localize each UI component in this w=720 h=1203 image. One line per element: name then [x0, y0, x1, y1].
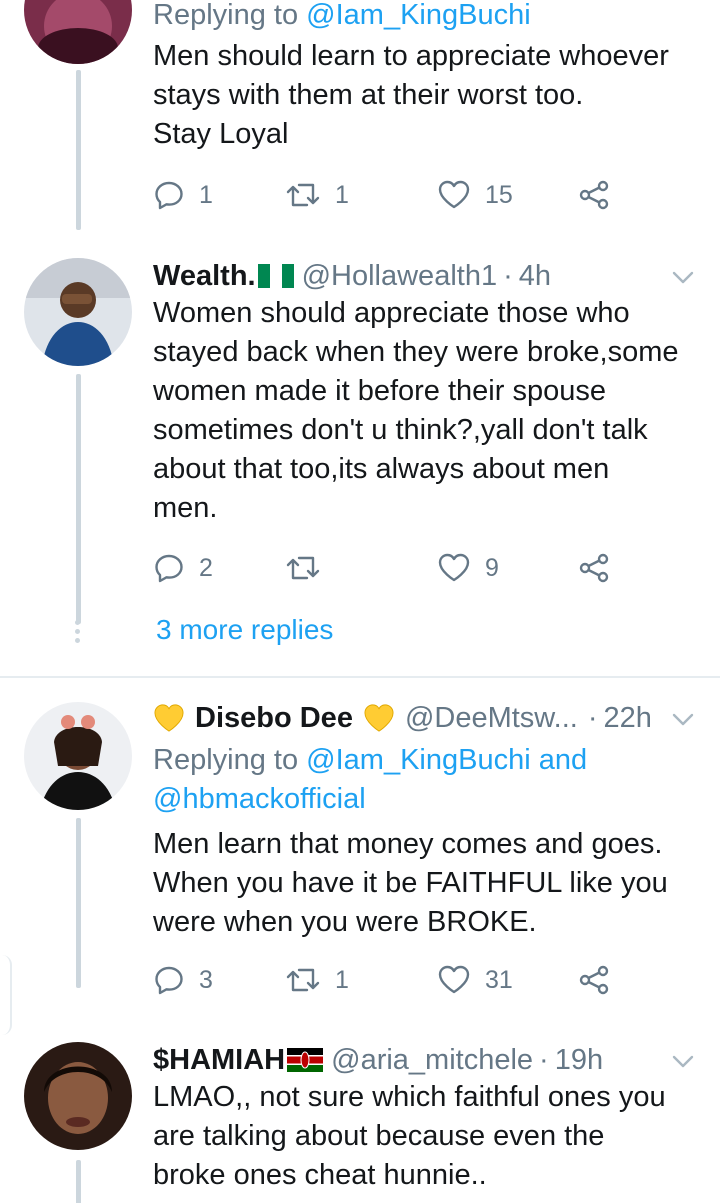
avatar[interactable] [24, 0, 132, 64]
replying-to: Replying to @Iam_KingBuchi and [153, 744, 588, 776]
heart-icon [438, 180, 470, 209]
share-button[interactable] [578, 179, 610, 211]
mention-link[interactable]: @hbmackofficial [153, 783, 366, 815]
chevron-down-icon[interactable] [670, 1048, 696, 1074]
tweet-header: Disebo Dee @DeeMtsw... · 22h [153, 700, 696, 736]
thread-line [76, 374, 81, 624]
timestamp[interactable]: 22h [604, 700, 652, 736]
kenya-flag-icon [287, 1048, 324, 1072]
thread-line [76, 70, 81, 230]
divider [0, 676, 720, 678]
like-count: 9 [485, 553, 499, 582]
retweet-icon [286, 968, 320, 992]
tweet-header: $HAMIAH @aria_mitchele · 19h [153, 1042, 696, 1078]
retweet-count: 1 [335, 965, 349, 994]
retweet-count: 1 [335, 180, 349, 209]
share-icon [579, 180, 609, 210]
reply-icon [155, 966, 183, 995]
retweet-button[interactable]: 1 [285, 179, 349, 211]
tweet-text: Men learn that money comes and goes. Whe… [153, 828, 668, 938]
replying-to-line-2: @hbmackofficial [153, 780, 696, 819]
yellow-heart-icon [364, 704, 394, 732]
display-name[interactable]: $HAMIAH [153, 1042, 285, 1078]
thread-line [76, 1160, 81, 1203]
like-count: 31 [485, 965, 513, 994]
tweet-text: LMAO,, not sure which faithful ones you … [153, 1081, 666, 1191]
like-button[interactable]: 9 [437, 552, 499, 584]
share-icon [579, 965, 609, 995]
reply-icon [155, 181, 183, 210]
reply-count: 3 [199, 965, 213, 994]
reply-icon [155, 554, 183, 583]
nigeria-flag-icon [257, 264, 294, 288]
tweet-text: Men should learn to appreciate whoever s… [153, 40, 669, 150]
display-name[interactable]: Wealth. [153, 258, 256, 294]
like-button[interactable]: 15 [437, 179, 513, 211]
retweet-button[interactable] [285, 552, 321, 584]
reply-button[interactable]: 3 [153, 964, 213, 996]
reply-count: 1 [199, 180, 213, 209]
reply-button[interactable]: 1 [153, 179, 213, 211]
reply-count: 2 [199, 553, 213, 582]
chevron-down-icon[interactable] [670, 264, 696, 290]
separator-dot: · [503, 260, 513, 292]
heart-icon [438, 553, 470, 582]
yellow-heart-icon [154, 704, 184, 732]
avatar[interactable] [24, 258, 132, 366]
separator-dot: · [539, 1044, 549, 1076]
replying-to: Replying to @Iam_KingBuchi [153, 0, 531, 31]
retweet-icon [286, 556, 320, 580]
mention-link[interactable]: @Iam_KingBuchi [306, 0, 531, 31]
tweet-text: Women should appreciate those who stayed… [153, 297, 679, 524]
reply-button[interactable]: 2 [153, 552, 213, 584]
chevron-down-icon[interactable] [670, 706, 696, 732]
like-button[interactable]: 31 [437, 964, 513, 996]
like-count: 15 [485, 180, 513, 209]
edge-fragment [0, 955, 12, 1035]
timestamp[interactable]: 19h [555, 1042, 603, 1078]
separator-dot: · [587, 702, 598, 734]
share-button[interactable] [578, 964, 610, 996]
retweet-button[interactable]: 1 [285, 964, 349, 996]
avatar[interactable] [24, 702, 132, 810]
share-icon [579, 553, 609, 583]
more-replies-link[interactable]: 3 more replies [156, 614, 333, 646]
thread-line [76, 818, 81, 988]
handle[interactable]: @Hollawealth1 [302, 258, 497, 294]
avatar[interactable] [24, 1042, 132, 1150]
tweet-header: Wealth. @Hollawealth1 · 4h [153, 258, 696, 294]
timestamp[interactable]: 4h [519, 258, 551, 294]
handle[interactable]: @DeeMtsw... [405, 700, 578, 736]
thread-dots [74, 620, 82, 647]
handle[interactable]: @aria_mitchele [331, 1042, 533, 1078]
mention-link[interactable]: @Iam_KingBuchi and [306, 744, 587, 776]
share-button[interactable] [578, 552, 610, 584]
heart-icon [438, 965, 470, 994]
display-name[interactable]: Disebo Dee [195, 700, 353, 736]
retweet-icon [286, 183, 320, 207]
